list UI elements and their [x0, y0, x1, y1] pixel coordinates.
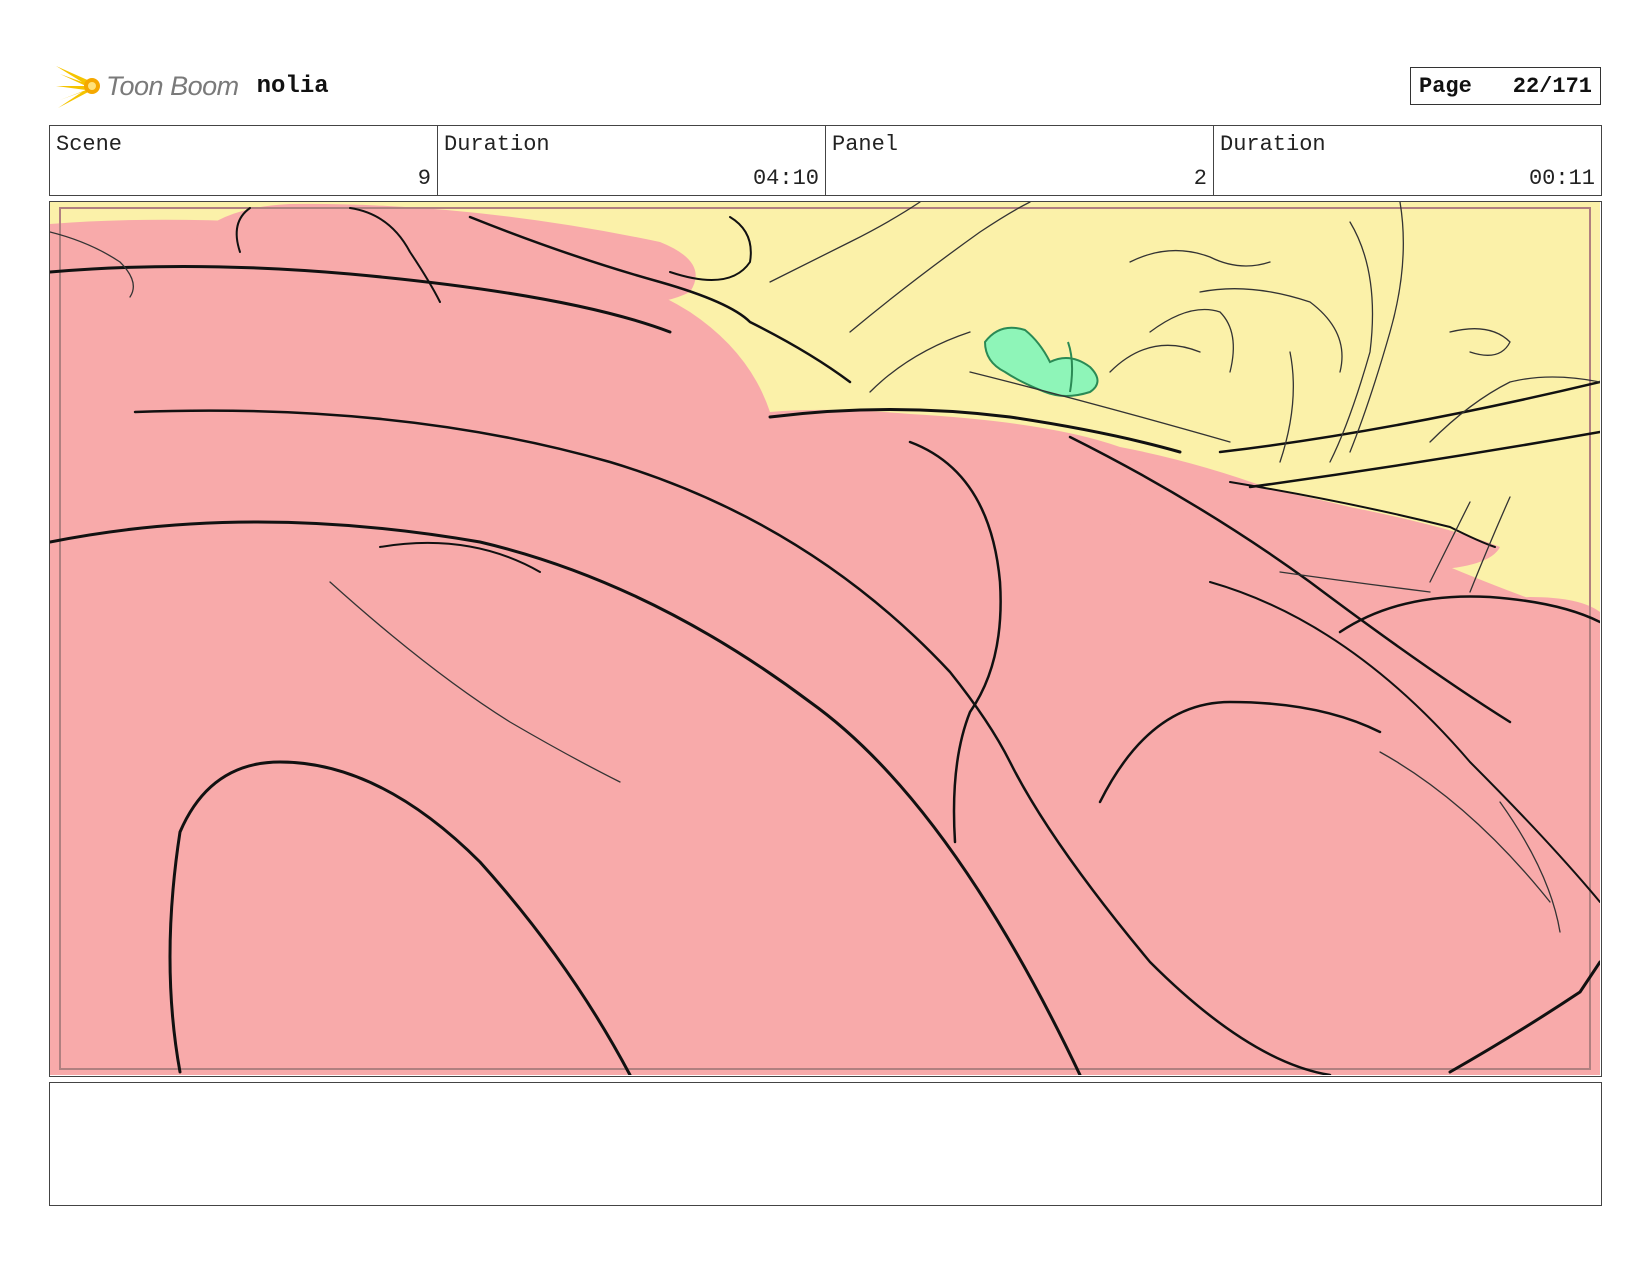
scene-label: Scene — [56, 132, 123, 157]
logo-brand-text: Toon Boom — [106, 70, 239, 101]
panel-duration-cell: Duration 00:11 — [1214, 126, 1601, 195]
panel-info-table: Scene 9 Duration 04:10 Panel 2 Duration … — [49, 125, 1602, 196]
scene-cell: Scene 9 — [50, 126, 438, 195]
panel-sketch — [50, 202, 1600, 1075]
page-indicator: Page 22/171 — [1410, 67, 1601, 105]
panel-cell: Panel 2 — [826, 126, 1214, 195]
page-label: Page — [1419, 73, 1472, 99]
starburst-logo-icon — [56, 66, 100, 108]
panel-duration-label: Duration — [1220, 132, 1326, 157]
scene-duration-cell: Duration 04:10 — [438, 126, 826, 195]
panel-value: 2 — [1193, 166, 1207, 191]
project-name: nolia — [256, 72, 329, 100]
scene-value: 9 — [417, 166, 431, 191]
scene-duration-value: 04:10 — [752, 166, 819, 191]
panel-label: Panel — [832, 132, 899, 157]
toon-boom-logo: Toon Boom nolia — [52, 58, 329, 114]
page-number: 22/171 — [1512, 73, 1592, 99]
panel-duration-value: 00:11 — [1528, 166, 1595, 191]
storyboard-panel-image — [49, 201, 1602, 1077]
panel-notes-area — [49, 1082, 1602, 1206]
scene-duration-label: Duration — [444, 132, 550, 157]
